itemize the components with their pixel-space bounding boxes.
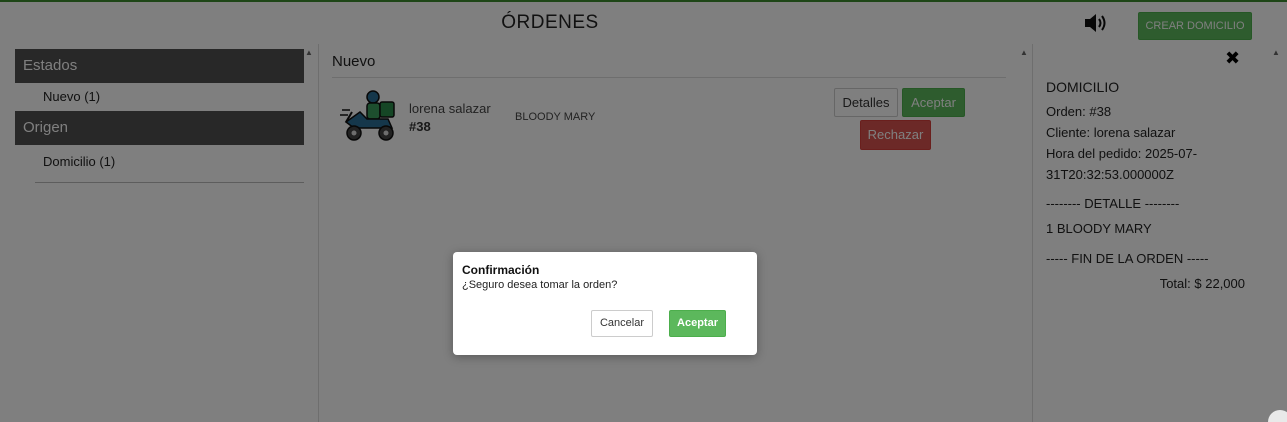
confirmation-dialog: Confirmación ¿Seguro desea tomar la orde…	[453, 252, 757, 355]
dialog-title: Confirmación	[462, 263, 540, 277]
cancel-button[interactable]: Cancelar	[591, 310, 653, 337]
confirm-button[interactable]: Aceptar	[669, 310, 726, 337]
dialog-message: ¿Seguro desea tomar la orden?	[462, 279, 618, 291]
modal-backdrop[interactable]	[0, 0, 1287, 422]
